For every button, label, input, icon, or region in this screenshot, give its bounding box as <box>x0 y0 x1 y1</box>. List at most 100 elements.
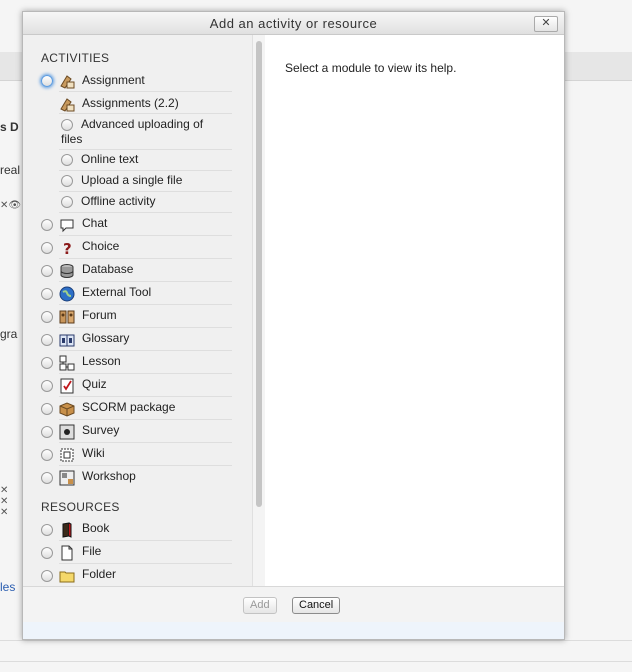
help-text: Select a module to view its help. <box>285 61 457 75</box>
module-item-advanced-uploading[interactable]: Advanced uploading of files <box>23 114 252 150</box>
radio-button[interactable] <box>41 426 53 438</box>
module-label: Wiki <box>82 446 105 460</box>
module-list: ACTIVITIES Assignment Assignments (2.2) … <box>23 35 252 586</box>
module-label: Lesson <box>82 354 121 368</box>
radio-button[interactable] <box>41 449 53 461</box>
radio-button[interactable] <box>41 311 53 323</box>
scrollbar-thumb[interactable] <box>256 41 262 507</box>
dialog-bottom-strip <box>23 622 564 639</box>
radio-button[interactable] <box>61 196 73 208</box>
survey-icon <box>59 424 75 440</box>
module-label: Upload a single file <box>81 173 183 187</box>
activities-heading: ACTIVITIES <box>41 51 110 65</box>
dialog-titlebar: Add an activity or resource ✕ <box>23 12 564 35</box>
module-item-offline-activity[interactable]: Offline activity <box>23 192 252 213</box>
module-item-file[interactable]: File <box>23 541 252 564</box>
module-item-survey[interactable]: Survey <box>23 420 252 443</box>
module-label: Choice <box>82 239 120 253</box>
wiki-icon <box>60 448 74 462</box>
module-item-upload-single-file[interactable]: Upload a single file <box>23 171 252 192</box>
module-item-external-tool[interactable]: External Tool <box>23 282 252 305</box>
module-label: Folder <box>82 567 117 581</box>
folder-icon <box>59 571 75 583</box>
radio-button[interactable] <box>41 570 53 582</box>
module-label: External Tool <box>82 285 152 299</box>
module-label: File <box>82 544 102 558</box>
radio-button[interactable] <box>41 265 53 277</box>
module-label: Book <box>82 521 110 535</box>
close-button[interactable]: ✕ <box>534 16 558 32</box>
radio-button[interactable] <box>61 175 73 187</box>
module-item-lesson[interactable]: Lesson <box>23 351 252 374</box>
background-text: gra <box>0 327 18 341</box>
database-icon <box>60 264 74 278</box>
radio-button[interactable] <box>41 334 53 346</box>
module-label: Online text <box>81 152 139 166</box>
radio-button[interactable] <box>41 524 53 536</box>
module-item-workshop[interactable]: Workshop <box>23 466 252 489</box>
assignment-icon <box>60 75 75 89</box>
module-label: Database <box>82 262 134 276</box>
module-label: Advanced uploading of files <box>61 117 204 146</box>
radio-button[interactable] <box>41 357 53 369</box>
module-item-assignment[interactable]: Assignment <box>23 69 252 92</box>
resources-heading: RESOURCES <box>41 500 120 514</box>
book-icon <box>62 522 72 538</box>
module-label: Glossary <box>82 331 130 345</box>
module-item-glossary[interactable]: Glossary <box>23 328 252 351</box>
background-text: real <box>0 163 21 177</box>
background-divider <box>0 661 632 662</box>
external-tool-icon <box>59 286 75 302</box>
module-label: Forum <box>82 308 117 322</box>
module-item-online-text[interactable]: Online text <box>23 150 252 171</box>
svg-text:?: ? <box>63 240 72 256</box>
module-label: Quiz <box>82 377 107 391</box>
background-divider <box>0 640 632 641</box>
radio-button[interactable] <box>41 288 53 300</box>
module-label: Assignment <box>82 73 145 87</box>
module-label: Chat <box>82 216 108 230</box>
dialog-title: Add an activity or resource <box>209 16 378 31</box>
module-label: Offline activity <box>81 194 156 208</box>
module-item-chat[interactable]: Chat <box>23 213 252 236</box>
workshop-icon <box>59 470 75 486</box>
background-edit-icons: ✕ ✕ ✕ <box>0 485 9 518</box>
background-link[interactable]: les <box>0 580 15 594</box>
module-item-book[interactable]: Book <box>23 518 252 541</box>
module-label: SCORM package <box>82 400 176 414</box>
add-button[interactable]: Add <box>243 597 277 614</box>
module-item-forum[interactable]: Forum <box>23 305 252 328</box>
module-list-scrollbar[interactable] <box>252 35 265 586</box>
radio-button[interactable] <box>41 472 53 484</box>
choice-icon: ? <box>63 240 72 256</box>
radio-button[interactable] <box>41 242 53 254</box>
module-item-assignments-2-2[interactable]: Assignments (2.2) <box>23 92 252 114</box>
file-icon <box>61 545 73 561</box>
module-item-wiki[interactable]: Wiki <box>23 443 252 466</box>
cancel-button[interactable]: Cancel <box>292 597 341 614</box>
quiz-icon <box>60 378 74 394</box>
radio-button[interactable] <box>61 154 73 166</box>
radio-button[interactable] <box>41 547 53 559</box>
assignment-icon <box>60 98 75 112</box>
module-item-database[interactable]: Database <box>23 259 252 282</box>
glossary-icon <box>59 334 75 347</box>
radio-button[interactable] <box>41 75 53 87</box>
radio-button[interactable] <box>41 403 53 415</box>
module-label: Survey <box>82 423 120 437</box>
scorm-icon <box>59 402 75 417</box>
chat-icon <box>60 219 74 233</box>
dialog-footer: Add Cancel <box>23 586 564 623</box>
module-item-choice[interactable]: ? Choice <box>23 236 252 259</box>
module-item-quiz[interactable]: Quiz <box>23 374 252 397</box>
background-edit-icons: ✕👁 <box>0 200 22 211</box>
module-label: Workshop <box>82 469 136 483</box>
radio-button[interactable] <box>41 219 53 231</box>
forum-icon <box>59 310 75 324</box>
radio-button[interactable] <box>41 380 53 392</box>
module-item-scorm-package[interactable]: SCORM package <box>23 397 252 420</box>
add-activity-dialog: Add an activity or resource ✕ ACTIVITIES… <box>22 11 565 640</box>
help-pane: Select a module to view its help. <box>265 35 564 586</box>
module-label: Assignments (2.2) <box>82 96 179 110</box>
module-item-folder[interactable]: Folder <box>23 564 252 586</box>
